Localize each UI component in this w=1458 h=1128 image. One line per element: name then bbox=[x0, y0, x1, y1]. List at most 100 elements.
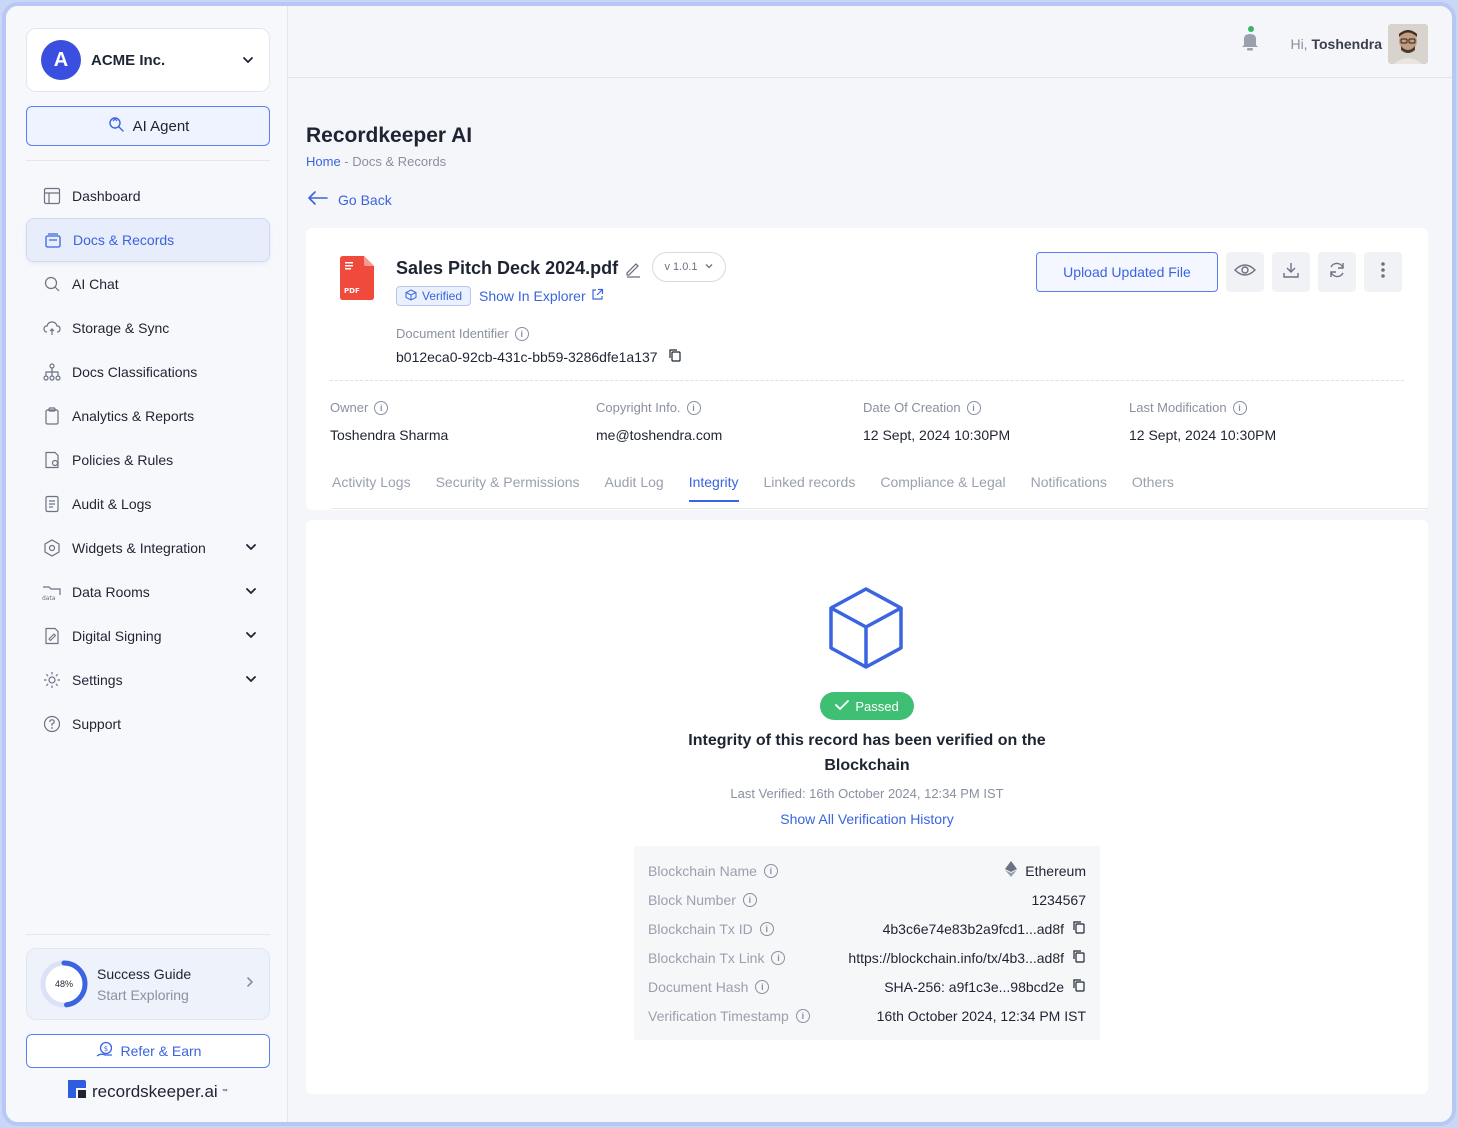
info-icon[interactable]: i bbox=[374, 400, 389, 415]
meta-field: Date Of Creation i 12 Sept, 2024 10:30PM bbox=[863, 400, 1010, 443]
divider bbox=[330, 380, 1404, 381]
edit-icon[interactable] bbox=[624, 260, 642, 283]
sidebar-item-label: Analytics & Reports bbox=[72, 408, 195, 424]
tab-integrity[interactable]: Integrity bbox=[688, 474, 739, 502]
status-badge: Passed bbox=[820, 692, 914, 720]
copy-icon[interactable] bbox=[1072, 949, 1086, 967]
upload-updated-file-button[interactable]: Upload Updated File bbox=[1036, 252, 1218, 292]
detail-row: Document Hash i SHA-256: a9f1c3e...98bcd2e bbox=[648, 972, 1086, 1001]
ai-chat-icon bbox=[42, 274, 62, 294]
ai-agent-label: AI Agent bbox=[132, 117, 190, 135]
last-verified: Last Verified: 16th October 2024, 12:34 … bbox=[730, 786, 1004, 801]
info-icon[interactable]: i bbox=[742, 892, 757, 907]
refresh-icon bbox=[1328, 261, 1346, 284]
ai-agent-button[interactable]: AI Agent bbox=[26, 106, 270, 146]
brand-logo: recordskeeper.ai ™ bbox=[66, 1078, 228, 1105]
avatar[interactable] bbox=[1388, 24, 1428, 64]
version-select[interactable]: v 1.0.1 bbox=[652, 252, 726, 282]
blockchain-details: Blockchain Name i Ethereum Block Number i 123… bbox=[634, 846, 1100, 1040]
verified-label: Verified bbox=[422, 289, 463, 303]
tab-activity-logs[interactable]: Activity Logs bbox=[332, 474, 411, 502]
info-icon[interactable]: i bbox=[1232, 400, 1247, 415]
chevron-down-icon[interactable] bbox=[244, 584, 258, 601]
user-greeting[interactable]: Hi, Toshendra bbox=[1290, 36, 1382, 52]
info-icon[interactable]: i bbox=[514, 326, 529, 341]
info-icon[interactable]: i bbox=[759, 921, 774, 936]
sidebar-item-docs-classifications[interactable]: Docs Classifications bbox=[26, 350, 270, 394]
guide-subtitle: Start Exploring bbox=[97, 986, 189, 1003]
detail-label: Document Hash bbox=[648, 978, 749, 995]
copy-icon[interactable] bbox=[668, 348, 682, 366]
sidebar-item-support[interactable]: Support bbox=[26, 702, 270, 746]
tab-others[interactable]: Others bbox=[1132, 474, 1174, 502]
chevron-right-icon bbox=[243, 975, 257, 994]
refer-earn-button[interactable]: $ Refer & Earn bbox=[26, 1034, 270, 1068]
go-back-label: Go Back bbox=[338, 191, 392, 208]
detail-label: Verification Timestamp bbox=[648, 1007, 789, 1024]
breadcrumb-current: Docs & Records bbox=[352, 154, 447, 169]
bell-icon[interactable] bbox=[1240, 30, 1260, 57]
meta-value: 12 Sept, 2024 10:30PM bbox=[1129, 427, 1277, 443]
progress-label: 48% bbox=[54, 979, 73, 989]
preview-button[interactable] bbox=[1226, 252, 1264, 292]
download-icon bbox=[1282, 261, 1300, 284]
chevron-down-icon[interactable] bbox=[244, 628, 258, 645]
success-guide-card[interactable]: 48% Success Guide Start Exploring bbox=[26, 948, 270, 1020]
file-type-label: PDF bbox=[344, 287, 360, 295]
sidebar: A ACME Inc. AI Agent Dashboard Docs & Rec… bbox=[6, 6, 288, 1122]
signing-icon bbox=[42, 626, 62, 646]
info-icon[interactable]: i bbox=[755, 979, 770, 994]
detail-row: Blockchain Tx Link i https://blockchain.in… bbox=[648, 943, 1086, 972]
chevron-down-icon[interactable] bbox=[244, 540, 258, 557]
sidebar-item-analytics-reports[interactable]: Analytics & Reports bbox=[26, 394, 270, 438]
sidebar-item-storage-sync[interactable]: Storage & Sync bbox=[26, 306, 270, 350]
sidebar-item-ai-chat[interactable]: AI Chat bbox=[26, 262, 270, 306]
info-icon[interactable]: i bbox=[795, 1008, 810, 1023]
sidebar-item-settings[interactable]: Settings bbox=[26, 658, 270, 702]
chevron-down-icon bbox=[241, 53, 255, 67]
info-icon[interactable]: i bbox=[771, 950, 786, 965]
detail-value: 1234567 bbox=[1031, 891, 1086, 908]
meta-field: Owner i Toshendra Sharma bbox=[330, 400, 448, 443]
meta-label: Copyright Info. bbox=[596, 400, 681, 415]
sidebar-item-audit-logs[interactable]: Audit & Logs bbox=[26, 482, 270, 526]
sidebar-item-dashboard[interactable]: Dashboard bbox=[26, 174, 270, 218]
go-back-link[interactable]: Go Back bbox=[306, 190, 392, 209]
pdf-file-icon: PDF bbox=[340, 256, 374, 305]
show-in-explorer-link[interactable]: Show In Explorer bbox=[479, 288, 604, 304]
sidebar-item-data-rooms[interactable]: data Data Rooms bbox=[26, 570, 270, 614]
sidebar-item-label: Docs & Records bbox=[73, 232, 175, 248]
sidebar-nav: Dashboard Docs & Records AI Chat Storage & … bbox=[26, 174, 270, 746]
tab-security-permissions[interactable]: Security & Permissions bbox=[436, 474, 580, 502]
sidebar-item-digital-signing[interactable]: Digital Signing bbox=[26, 614, 270, 658]
sidebar-item-policies-rules[interactable]: Policies & Rules bbox=[26, 438, 270, 482]
sidebar-item-docs-records[interactable]: Docs & Records bbox=[26, 218, 270, 262]
org-switcher[interactable]: A ACME Inc. bbox=[26, 28, 270, 92]
info-icon[interactable]: i bbox=[966, 400, 981, 415]
verified-badge: Verified bbox=[396, 286, 472, 306]
check-icon bbox=[835, 699, 850, 714]
sync-button[interactable] bbox=[1318, 252, 1356, 292]
meta-field: Copyright Info. i me@toshendra.com bbox=[596, 400, 722, 443]
page-title: Recordkeeper AI bbox=[306, 124, 473, 147]
info-icon[interactable]: i bbox=[686, 400, 701, 415]
sidebar-item-widgets-integration[interactable]: Widgets & Integration bbox=[26, 526, 270, 570]
meta-value: Toshendra Sharma bbox=[330, 427, 449, 443]
download-button[interactable] bbox=[1272, 252, 1310, 292]
breadcrumb-separator: - bbox=[340, 154, 353, 169]
more-options-button[interactable] bbox=[1364, 252, 1402, 292]
chevron-down-icon[interactable] bbox=[244, 672, 258, 689]
breadcrumb-home[interactable]: Home bbox=[306, 154, 341, 169]
verification-history-link[interactable]: Show All Verification History bbox=[667, 811, 1067, 827]
sidebar-item-label: Docs Classifications bbox=[72, 364, 198, 380]
tab-audit-log[interactable]: Audit Log bbox=[605, 474, 664, 502]
tabs-divider bbox=[332, 508, 1428, 509]
info-icon[interactable]: i bbox=[763, 863, 778, 878]
tab-linked-records[interactable]: Linked records bbox=[764, 474, 856, 502]
copy-icon[interactable] bbox=[1072, 978, 1086, 996]
blockchain-cube-icon bbox=[828, 586, 904, 675]
greeting-prefix: Hi, bbox=[1290, 36, 1308, 52]
tab-notifications[interactable]: Notifications bbox=[1031, 474, 1107, 502]
tab-compliance-legal[interactable]: Compliance & Legal bbox=[880, 474, 1005, 502]
copy-icon[interactable] bbox=[1072, 920, 1086, 938]
